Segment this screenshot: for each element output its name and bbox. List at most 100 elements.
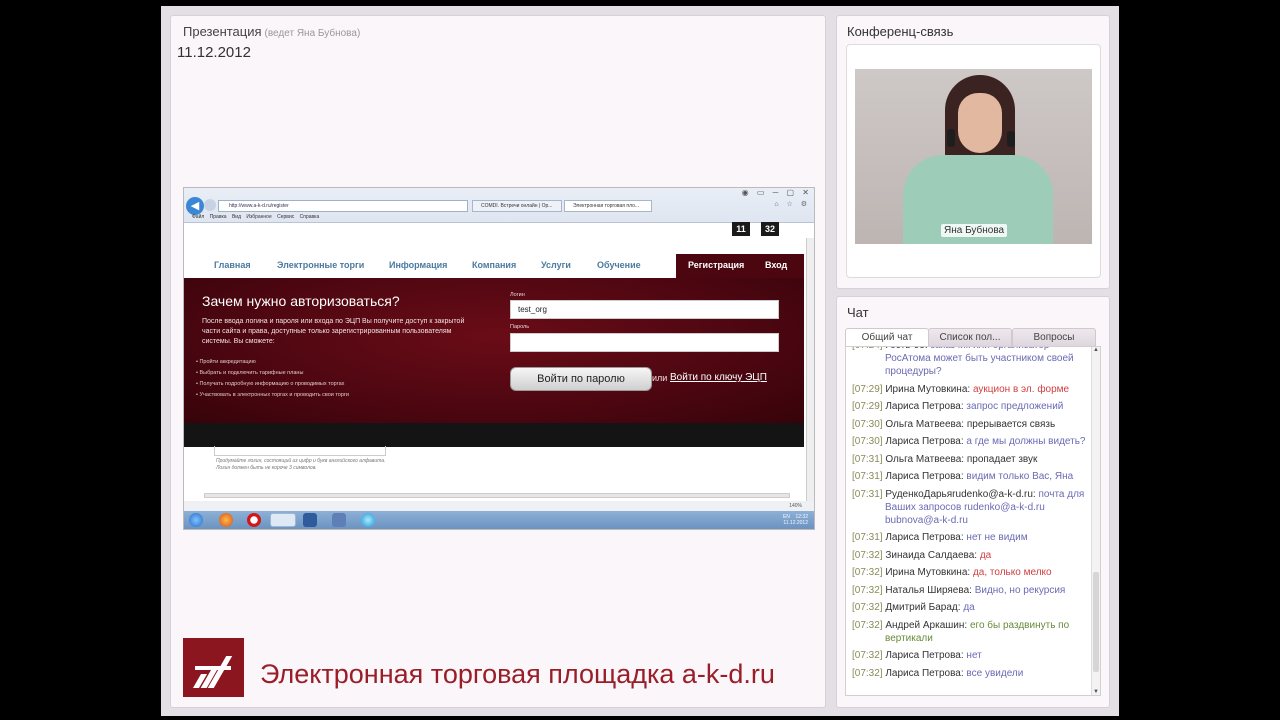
start-icon [189, 513, 203, 527]
message-author: Наталья Ширяева: [885, 584, 975, 596]
message-author: Ольга Матвеева: [885, 453, 967, 465]
message-time: [07:30] [852, 436, 886, 447]
message-time: [07:30] [852, 418, 886, 430]
address-bar: http://www.a-k-d.ru/register [218, 200, 468, 212]
message-author: Ирина Мутовкина: [885, 567, 973, 578]
clock-hours: 11 [732, 222, 750, 236]
hero-bullet: • Участвовать в электронных торгах и про… [196, 392, 350, 398]
message-time: [07:31] [852, 453, 886, 465]
scroll-thumb[interactable] [1093, 572, 1099, 672]
chat-panel: Чат Общий чат Список пол... Вопросы [07:… [836, 296, 1110, 708]
browser-toolbar: ◀ http://www.a-k-d.ru/register COMDI. Вс… [184, 188, 814, 223]
or-text: или [652, 373, 668, 383]
message-list: [07:24] Гость-99: заказчик или организат… [852, 347, 1090, 684]
message-text: все увидели [966, 667, 1024, 679]
message-author: РуденкоДарьяrudenko@a-k-d.ru: [885, 488, 1039, 500]
message-author: Лариса Петрова: [885, 532, 967, 543]
windows-taskbar: EN 12:32 11.12.2012 [184, 511, 814, 529]
chat-message: [07:32] Лариса Петрова: все увидели [852, 667, 1090, 680]
clock-minutes: 32 [761, 222, 779, 236]
message-time: [07:32] [852, 602, 886, 613]
browser-tab-comdi: COMDI. Встречи онлайн | Ор... [472, 200, 562, 212]
window-controls-icon: ◉ ▭ ─ ▢ ✕ [741, 188, 812, 197]
hero-bullet: • Пройти аккредитацию [196, 359, 256, 365]
chat-message: [07:30] Лариса Петрова: а где мы должны … [852, 435, 1090, 448]
app-icon [332, 513, 346, 527]
nav-login-label: Вход [765, 260, 788, 270]
message-time: [07:31] [852, 532, 886, 543]
login-field: test_org [510, 300, 779, 319]
tab-general-chat[interactable]: Общий чат [845, 328, 929, 347]
login-hero: Зачем нужно авторизоваться? После ввода … [184, 278, 804, 423]
message-author: Зинаида Салдаева: [885, 549, 980, 561]
opera-icon [247, 513, 261, 527]
browser-tools-icon: ⌂ ☆ ⚙ [774, 201, 810, 208]
message-text: видим только Вас, Яна [966, 471, 1074, 482]
ie-taskbar-icon [270, 513, 296, 527]
login-password-button: Войти по паролю [510, 367, 652, 391]
speaker-video[interactable]: Яна Бубнова [855, 69, 1092, 244]
tray-date: 11.12.2012 [783, 520, 808, 526]
chat-title: Чат [847, 305, 869, 320]
message-author: Лариса Петрова: [885, 401, 967, 412]
page-hscrollbar [204, 493, 790, 498]
nav-services: Услуги [541, 260, 571, 270]
hero-bullet: • Получать подробную информацию о провод… [196, 381, 345, 387]
message-author: Лариса Петрова: [885, 471, 967, 482]
message-text: запрос предложений [966, 401, 1064, 412]
tab-questions[interactable]: Вопросы [1012, 328, 1096, 347]
video-container: Яна Бубнова [846, 44, 1101, 278]
nav-info: Информация [389, 260, 448, 270]
message-time: [07:24] [852, 347, 885, 351]
browser-menu: Файл Правка Вид Избранное Сервис Справка [192, 214, 320, 220]
message-time: [07:32] [852, 667, 886, 679]
chat-message: [07:32] Зинаида Салдаева: да [852, 549, 1090, 562]
message-author: Ольга Матвеева: [885, 418, 967, 430]
form-box [214, 446, 386, 456]
hero-title: Зачем нужно авторизоваться? [202, 293, 400, 309]
chat-message: [07:31] Лариса Петрова: нет не видим [852, 531, 1090, 544]
message-author: Дмитрий Барад: [885, 602, 964, 613]
firefox-icon [219, 513, 233, 527]
save-icon [303, 513, 317, 527]
akd-logo-icon [183, 638, 244, 697]
chat-message: [07:32] Ирина Мутовкина: да, только мелк… [852, 566, 1090, 579]
message-author: Андрей Аркашин: [885, 619, 970, 631]
chat-messages[interactable]: [07:24] Гость-99: заказчик или организат… [845, 346, 1101, 696]
nav-trading: Электронные торги [277, 260, 365, 270]
headset-icon [947, 129, 955, 147]
tab-participants[interactable]: Список пол... [928, 328, 1012, 347]
nav-main: Главная [214, 260, 251, 270]
shared-screen: ◀ http://www.a-k-d.ru/register COMDI. Вс… [183, 187, 815, 530]
message-author: Ирина Мутовкина: [885, 383, 973, 395]
message-time: [07:32] [852, 584, 886, 596]
chat-message: [07:32] Дмитрий Барад: да [852, 601, 1090, 614]
conference-panel: Конференц-связь Яна Бубнова [836, 15, 1110, 289]
browser-tab-akd: Электронная торговая пло... [564, 200, 652, 212]
presenter-note: (ведет Яна Бубнова) [264, 28, 361, 39]
message-text: аукцион в эл. форме [972, 383, 1070, 395]
message-time: [07:29] [852, 401, 886, 412]
message-text: Видно, но рекурсия [974, 584, 1066, 596]
password-field [510, 333, 779, 352]
password-label: Пароль [510, 324, 530, 330]
chat-message: [07:24] Гость-99: заказчик или организат… [852, 347, 1090, 378]
message-time: [07:31] [852, 488, 886, 500]
chat-scrollbar[interactable]: ▲ ▼ [1091, 347, 1100, 695]
hero-bottom-bar [184, 423, 804, 447]
message-text: пропадает звук [966, 453, 1038, 465]
message-author: Лариса Петрова: [885, 436, 967, 447]
presentation-title-text: Презентация [183, 24, 262, 39]
site-nav: Главная Электронные торги Информация Ком… [184, 254, 804, 278]
system-tray: EN 12:32 11.12.2012 [783, 514, 808, 526]
presentation-title: Презентация (ведет Яна Бубнова) [183, 24, 360, 39]
scroll-up-icon[interactable]: ▲ [1092, 347, 1100, 353]
message-time: [07:29] [852, 383, 886, 395]
message-time: [07:31] [852, 471, 886, 482]
back-icon: ◀ [186, 197, 204, 215]
chat-message: [07:29] Лариса Петрова: запрос предложен… [852, 400, 1090, 413]
conference-title: Конференц-связь [847, 24, 954, 39]
message-time: [07:32] [852, 619, 886, 631]
scroll-down-icon[interactable]: ▼ [1092, 689, 1100, 695]
chat-message: [07:32] Лариса Петрова: нет [852, 649, 1090, 662]
